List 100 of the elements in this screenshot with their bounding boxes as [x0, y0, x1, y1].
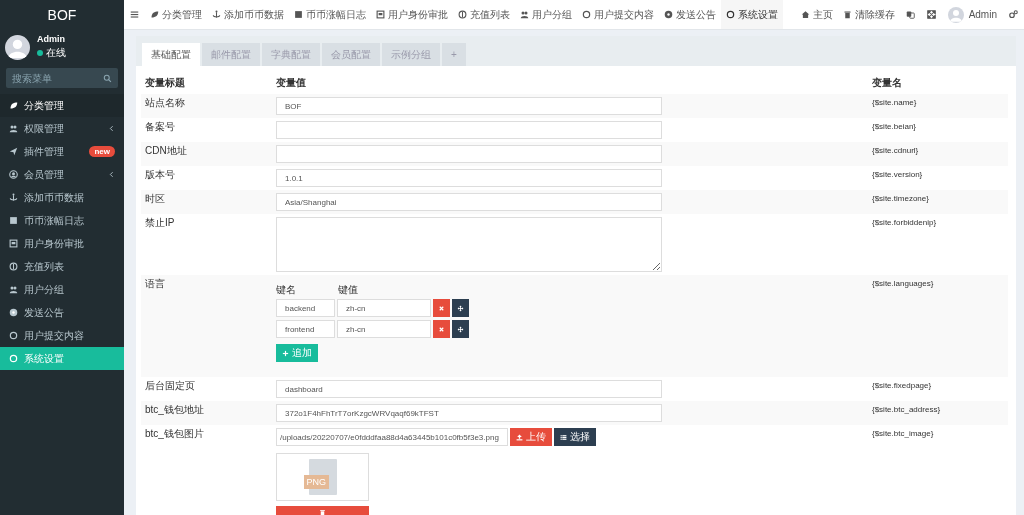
column-header: 键值 — [338, 284, 358, 296]
setting-title: 版本号 — [144, 169, 176, 181]
nav-tab[interactable]: 用户身份审批 — [371, 0, 453, 29]
sidebar-item[interactable]: 用户分组 — [0, 278, 124, 301]
sidebar-item[interactable]: 添加币币数据 — [0, 186, 124, 209]
circle-icon — [726, 10, 735, 19]
avatar-icon — [947, 6, 964, 23]
anchor-icon — [212, 10, 221, 19]
variable-name: {$site.version} — [871, 169, 924, 181]
sidebar-item[interactable]: 分类管理 — [0, 94, 124, 117]
settings-icon[interactable] — [1009, 10, 1018, 19]
users-icon — [520, 10, 529, 19]
id-card-icon — [9, 239, 18, 248]
move-icon — [457, 304, 464, 312]
search-input[interactable]: 搜索菜单 — [12, 72, 103, 84]
circle-icon — [582, 10, 591, 19]
trash-icon — [319, 508, 326, 515]
variable-name: {$site.beian} — [871, 121, 918, 133]
input-field[interactable] — [276, 121, 662, 139]
home-icon — [800, 10, 810, 19]
compass-icon — [9, 308, 18, 317]
path-field[interactable]: /uploads/20220707/e0fdddfaa88d4a63445b101c0fb5f3e3.png — [276, 428, 508, 446]
variable-name: {$site.btc_image} — [871, 428, 935, 440]
variable-name: {$site.forbiddenip} — [871, 217, 938, 229]
nav-tab[interactable]: 添加币币数据 — [207, 0, 289, 29]
column-header: 变量标题 — [144, 77, 186, 89]
user-circle-icon — [9, 170, 18, 179]
tab[interactable]: 基础配置 — [142, 43, 200, 66]
anchor-icon — [9, 193, 18, 202]
id-card-icon — [376, 10, 385, 19]
plus-icon — [282, 349, 289, 357]
avatar-icon — [5, 34, 30, 60]
sidebar-item[interactable]: 发送公告 — [0, 301, 124, 324]
leaf-icon — [150, 10, 159, 19]
leaf-icon — [9, 101, 18, 110]
variable-name: {$site.cdnurl} — [871, 145, 920, 157]
sidebar-item[interactable]: 用户身份审批 — [0, 232, 124, 255]
user-name: Admin — [37, 34, 66, 44]
value-field[interactable]: zh-cn — [337, 320, 431, 338]
coin-icon — [458, 10, 467, 19]
setting-title: 备案号 — [144, 121, 176, 133]
variable-name: {$site.name} — [871, 97, 918, 109]
input-field[interactable]: BOF — [276, 97, 662, 115]
drag-button[interactable] — [452, 320, 469, 338]
menu-icon[interactable] — [130, 10, 139, 19]
column-header: 键名 — [276, 284, 297, 296]
nav-tab[interactable]: 系统设置 — [721, 0, 783, 29]
nav-tab[interactable]: 充值列表 — [453, 0, 515, 29]
list-icon — [560, 433, 567, 441]
file-type-label: PNG — [303, 475, 329, 489]
fullscreen-icon[interactable] — [926, 10, 936, 19]
user-menu[interactable]: Admin — [941, 0, 1003, 29]
nav-link[interactable]: 主页 — [795, 0, 838, 29]
setting-title: 禁止IP — [144, 217, 176, 229]
sidebar-item[interactable]: 插件管理 new — [0, 140, 124, 163]
key-field[interactable]: frontend — [276, 320, 335, 338]
nav-tab[interactable]: 用户分组 — [515, 0, 577, 29]
column-header: 变量值 — [275, 77, 307, 89]
setting-title: 站点名称 — [144, 97, 186, 109]
input-field[interactable] — [276, 145, 662, 163]
setting-title: btc_钱包地址 — [144, 404, 205, 416]
sidebar-item[interactable]: 权限管理 — [0, 117, 124, 140]
circle-icon — [9, 354, 18, 363]
setting-title: 语言 — [144, 278, 166, 290]
setting-title: btc_钱包图片 — [144, 428, 205, 440]
close-icon — [438, 325, 445, 333]
sidebar-item[interactable]: 会员管理 — [0, 163, 124, 186]
new-badge: new — [89, 146, 115, 157]
nav-tab[interactable]: 发送公告 — [659, 0, 721, 29]
column-header: 变量名 — [871, 77, 903, 89]
users-icon — [9, 285, 18, 294]
paper-plane-icon — [9, 147, 18, 156]
coin-icon — [9, 262, 18, 271]
circle-icon — [9, 331, 18, 340]
nav-tab[interactable]: 币币涨幅日志 — [289, 0, 371, 29]
status-text: 在线 — [46, 46, 66, 60]
setting-title: 后台固定页 — [144, 380, 196, 392]
value-field[interactable]: zh-cn — [337, 299, 431, 317]
input-field[interactable]: dashboard — [276, 380, 662, 398]
search-field[interactable]: 搜索菜单 — [6, 68, 118, 88]
trash-icon — [842, 10, 852, 19]
nav-tab[interactable]: 分类管理 — [145, 0, 207, 29]
sidebar-item[interactable]: 充值列表 — [0, 255, 124, 278]
input-field[interactable]: Asia/Shanghai — [276, 193, 662, 211]
nav-tab[interactable]: 用户提交内容 — [577, 0, 659, 29]
input-field[interactable]: 372o1F4hFhTrT7orKzgcWRVqaqf69kTFST — [276, 404, 662, 422]
square-icon — [9, 216, 18, 225]
drag-button[interactable] — [452, 299, 469, 317]
upload-button[interactable]: 上传 — [510, 428, 552, 446]
sidebar-item[interactable]: 币币涨幅日志 — [0, 209, 124, 232]
nav-link[interactable]: 清除缓存 — [837, 0, 900, 29]
close-icon — [438, 304, 445, 312]
setting-title: CDN地址 — [144, 145, 188, 157]
translate-icon[interactable] — [905, 10, 915, 19]
input-field[interactable]: 1.0.1 — [276, 169, 662, 187]
choose-button[interactable]: 选择 — [554, 428, 596, 446]
sidebar-item[interactable]: 用户提交内容 — [0, 324, 124, 347]
key-field[interactable]: backend — [276, 299, 335, 317]
variable-name: {$site.languages} — [871, 278, 935, 290]
users-icon — [9, 124, 18, 133]
